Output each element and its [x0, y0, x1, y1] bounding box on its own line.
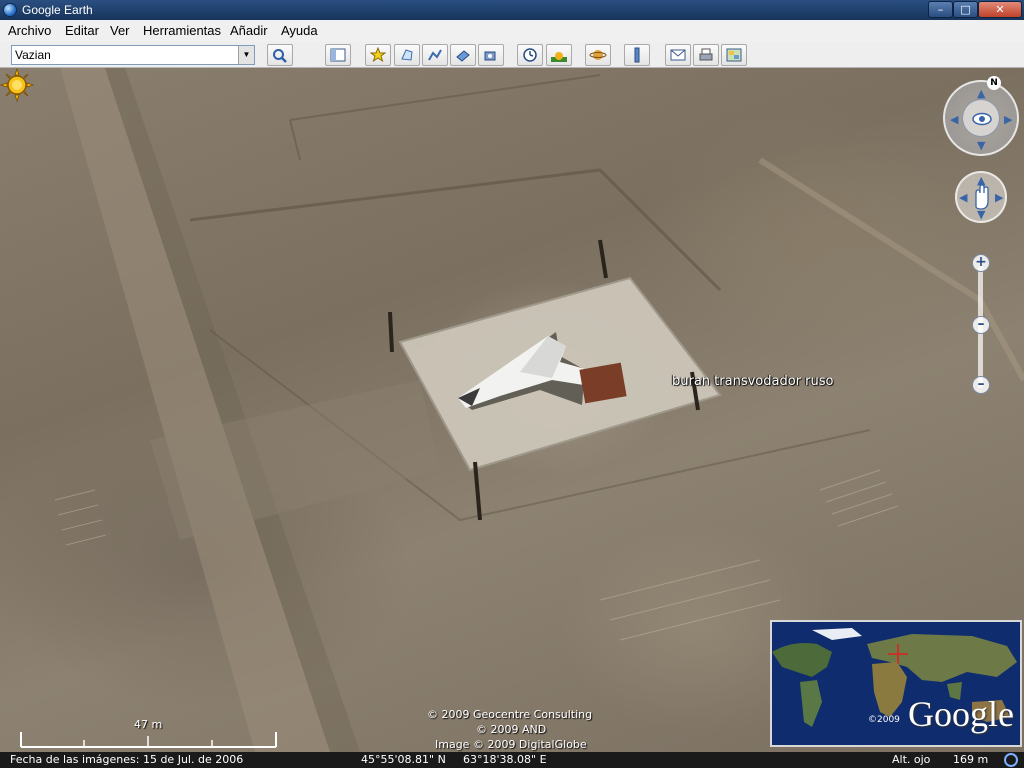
- toolbar: Vazian ▼: [0, 42, 1024, 68]
- copyright-line: © 2009 AND: [476, 723, 547, 736]
- menu-archivo[interactable]: Archivo: [8, 23, 51, 38]
- google-earth-app-icon: [3, 3, 17, 17]
- status-bar: Fecha de las imágenes: 15 de Jul. de 200…: [0, 752, 1024, 768]
- record-tour-icon: [484, 51, 496, 61]
- image-date: Fecha de las imágenes: 15 de Jul. de 200…: [10, 753, 244, 766]
- add-placemark-button[interactable]: [365, 44, 391, 66]
- look-around-control[interactable]: ▲ ▼ ◀ ▶: [943, 80, 1019, 156]
- path-icon: [428, 49, 442, 61]
- menu-editar[interactable]: Editar: [65, 23, 99, 38]
- zoom-in-button[interactable]: +: [972, 254, 990, 272]
- scale-label: 47 m: [134, 718, 163, 731]
- placemark-icon: [369, 46, 387, 63]
- sunlight-button[interactable]: [546, 44, 572, 66]
- polygon-icon: [401, 49, 413, 61]
- overview-map[interactable]: ©2009 Google: [770, 620, 1022, 747]
- look-right-arrow-icon[interactable]: ▶: [1004, 114, 1012, 125]
- eye-icon: [972, 112, 992, 126]
- close-button[interactable]: ✕: [978, 1, 1022, 18]
- menu-herramientas[interactable]: Herramientas: [143, 23, 221, 38]
- view-in-google-maps-button[interactable]: [721, 44, 747, 66]
- title-bar: Google Earth – □ ✕: [0, 0, 1024, 20]
- add-path-button[interactable]: [422, 44, 448, 66]
- image-overlay-icon: [456, 50, 470, 62]
- search-dropdown-icon[interactable]: ▼: [238, 46, 254, 64]
- historical-imagery-icon: [523, 48, 537, 62]
- zoom-slider[interactable]: + – –: [972, 254, 990, 398]
- add-image-overlay-button[interactable]: [450, 44, 476, 66]
- search-button[interactable]: [267, 44, 293, 66]
- latitude-readout: 45°55'08.81" N: [361, 753, 446, 766]
- move-up-arrow-icon[interactable]: ▲: [977, 175, 985, 186]
- search-value: Vazian: [15, 48, 51, 62]
- search-icon: [273, 49, 287, 63]
- move-control[interactable]: ▲ ▼ ◀ ▶: [955, 171, 1007, 223]
- placemark-label[interactable]: buran transvodador ruso: [672, 374, 833, 389]
- altitude-value: 169 m: [953, 753, 989, 766]
- sunlight-icon: [551, 52, 567, 62]
- historical-imagery-button[interactable]: [517, 44, 543, 66]
- record-tour-button[interactable]: [478, 44, 504, 66]
- menu-ver[interactable]: Ver: [110, 23, 130, 38]
- sidebar-toggle-button[interactable]: [325, 44, 351, 66]
- move-right-arrow-icon[interactable]: ▶: [995, 192, 1003, 203]
- email-button[interactable]: [665, 44, 691, 66]
- look-left-arrow-icon[interactable]: ◀: [950, 114, 958, 125]
- menu-bar: Archivo Editar Ver Herramientas Añadir A…: [0, 20, 1024, 42]
- google-logo: Google: [908, 694, 1014, 734]
- look-down-arrow-icon[interactable]: ▼: [977, 140, 985, 151]
- search-input[interactable]: Vazian ▼: [11, 45, 255, 65]
- move-left-arrow-icon[interactable]: ◀: [959, 192, 967, 203]
- planets-button[interactable]: [585, 44, 611, 66]
- sun-placemark-icon[interactable]: [0, 68, 34, 102]
- maximize-button[interactable]: □: [953, 1, 978, 18]
- streaming-status-icon: [1004, 753, 1018, 767]
- minimize-button[interactable]: –: [928, 1, 953, 18]
- copyright-line: © 2009 Geocentre Consulting: [427, 708, 593, 721]
- north-indicator[interactable]: N: [987, 76, 1001, 90]
- altitude-label: Alt. ojo: [892, 753, 931, 766]
- longitude-readout: 63°18'38.08" E: [463, 753, 547, 766]
- zoom-out-button[interactable]: –: [972, 376, 990, 394]
- menu-ayuda[interactable]: Ayuda: [281, 23, 318, 38]
- window-title: Google Earth: [22, 3, 93, 17]
- overview-copyright-year: ©2009: [868, 715, 900, 725]
- google-maps-icon: [726, 48, 742, 62]
- menu-anadir[interactable]: Añadir: [230, 23, 268, 38]
- ruler-button[interactable]: [624, 44, 650, 66]
- email-icon: [670, 49, 686, 61]
- print-icon: [699, 48, 713, 61]
- look-up-arrow-icon[interactable]: ▲: [977, 88, 985, 99]
- ruler-icon: [634, 47, 640, 63]
- planets-icon: [589, 50, 607, 60]
- print-button[interactable]: [693, 44, 719, 66]
- scale-bar: [20, 732, 277, 748]
- add-polygon-button[interactable]: [394, 44, 420, 66]
- sidebar-icon: [330, 48, 346, 62]
- look-eye-button[interactable]: [962, 99, 1000, 137]
- zoom-thumb[interactable]: –: [972, 316, 990, 334]
- copyright-line: Image © 2009 DigitalGlobe: [435, 738, 587, 751]
- move-down-arrow-icon[interactable]: ▼: [977, 209, 985, 220]
